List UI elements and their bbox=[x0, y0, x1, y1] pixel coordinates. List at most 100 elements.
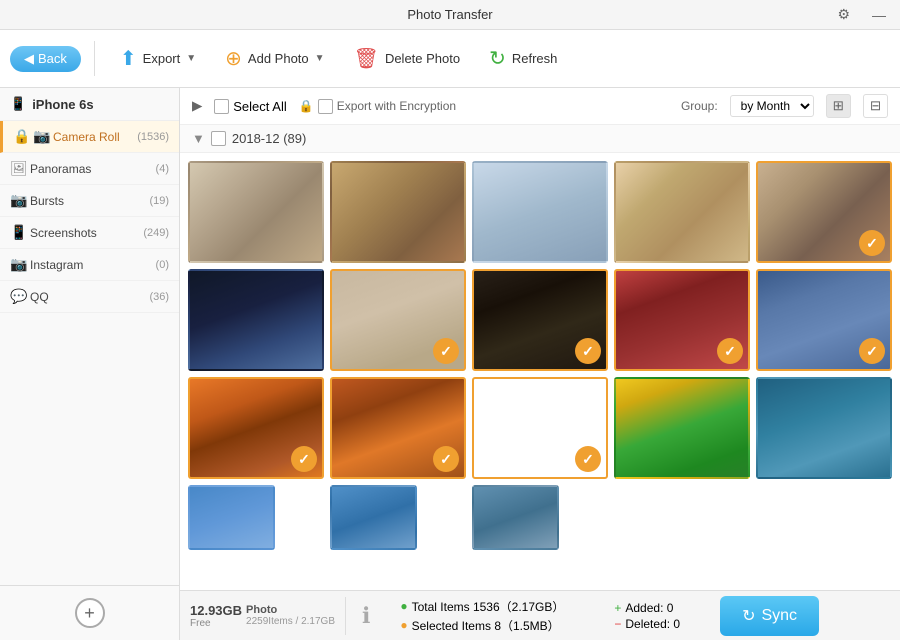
photo-item[interactable]: ✓ bbox=[756, 269, 892, 371]
sync-label: Sync bbox=[761, 607, 797, 625]
check-badge: ✓ bbox=[859, 338, 885, 364]
section-title: 2018-12 (89) bbox=[232, 131, 306, 146]
refresh-label: Refresh bbox=[512, 51, 558, 66]
sync-icon: ↻ bbox=[742, 606, 755, 626]
encrypt-button[interactable]: 🔒 Export with Encryption bbox=[299, 99, 456, 114]
sidebar-item-instagram[interactable]: 📷 Instagram (0) bbox=[0, 249, 179, 281]
screenshots-label: Screenshots bbox=[30, 226, 143, 240]
select-all-checkbox[interactable] bbox=[214, 99, 229, 114]
photo-item[interactable] bbox=[188, 485, 275, 550]
qq-icon: 💬 bbox=[10, 288, 30, 305]
export-dropdown-icon: ▼ bbox=[186, 53, 196, 64]
section-collapse-icon[interactable]: ▼ bbox=[192, 131, 205, 146]
encrypt-checkbox[interactable] bbox=[318, 99, 333, 114]
photo-item[interactable]: ✓ bbox=[330, 377, 466, 479]
status-right: + Added: 0 − Deleted: 0 bbox=[614, 601, 680, 631]
sidebar-item-qq[interactable]: 💬 QQ (36) bbox=[0, 281, 179, 313]
bursts-label: Bursts bbox=[30, 194, 149, 208]
photo-item[interactable] bbox=[614, 161, 750, 263]
collapse-button[interactable]: ▶ bbox=[192, 98, 202, 114]
camera-roll-icon: 📷 bbox=[33, 128, 53, 145]
sidebar-item-bursts[interactable]: 📷 Bursts (19) bbox=[0, 185, 179, 217]
section-header: ▼ 2018-12 (89) bbox=[180, 125, 900, 153]
group-select[interactable]: by Month by Day by Year bbox=[730, 95, 814, 117]
status-box: ℹ ● Total Items 1536（2.17GB） ● Selected … bbox=[346, 592, 900, 640]
deleted-row: − Deleted: 0 bbox=[614, 617, 680, 631]
photo-item[interactable] bbox=[472, 485, 559, 550]
photo-item[interactable]: ✓ bbox=[188, 377, 324, 479]
screenshots-count: (249) bbox=[143, 227, 169, 239]
camera-roll-label: Camera Roll bbox=[53, 130, 137, 144]
list-view-button[interactable]: ⊟ bbox=[863, 94, 888, 118]
section-checkbox[interactable] bbox=[211, 131, 226, 146]
photo-item[interactable] bbox=[756, 377, 892, 479]
photo-item[interactable] bbox=[330, 485, 417, 550]
photo-item[interactable]: ✓ bbox=[756, 161, 892, 263]
check-badge: ✓ bbox=[717, 338, 743, 364]
add-circle-button[interactable]: + bbox=[75, 598, 105, 628]
bottom-bar: 12.93GB Free Photo 2259Items / 2.17GB ℹ … bbox=[180, 590, 900, 640]
add-photo-dropdown-icon: ▼ bbox=[315, 53, 325, 64]
photo-item[interactable]: ✓ bbox=[614, 269, 750, 371]
status-left: ● Total Items 1536（2.17GB） ● Selected It… bbox=[400, 598, 564, 634]
lock-icon: 🔒 bbox=[13, 128, 33, 145]
encrypt-label: Export with Encryption bbox=[337, 99, 456, 113]
added-row: + Added: 0 bbox=[614, 601, 680, 615]
delete-photo-icon: 🗑 bbox=[354, 46, 379, 71]
added-label: Added: 0 bbox=[625, 601, 673, 615]
group-label: Group: bbox=[681, 99, 718, 113]
check-badge: ✓ bbox=[575, 446, 601, 472]
qq-count: (36) bbox=[149, 291, 169, 303]
minimize-button[interactable]: — bbox=[866, 4, 892, 25]
add-photo-label: Add Photo bbox=[248, 51, 309, 66]
sidebar-item-panoramas[interactable]: 🖼 Panoramas (4) bbox=[0, 153, 179, 185]
sidebar-item-camera-roll[interactable]: 🔒 📷 Camera Roll (1536) bbox=[0, 121, 179, 153]
bursts-icon: 📷 bbox=[10, 192, 30, 209]
info-icon: ℹ bbox=[362, 603, 370, 629]
content-area: ▶ Select All 🔒 Export with Encryption Gr… bbox=[180, 88, 900, 640]
photo-item[interactable] bbox=[472, 161, 608, 263]
photo-item[interactable]: ✓ bbox=[330, 269, 466, 371]
qq-label: QQ bbox=[30, 290, 149, 304]
camera-roll-count: (1536) bbox=[137, 131, 169, 143]
back-button[interactable]: ◀ Back bbox=[10, 46, 81, 72]
sidebar-item-screenshots[interactable]: 📱 Screenshots (249) bbox=[0, 217, 179, 249]
export-button[interactable]: ⬆ Export ▼ bbox=[108, 40, 208, 77]
export-icon: ⬆ bbox=[120, 46, 137, 71]
refresh-button[interactable]: ↻ Refresh bbox=[477, 40, 569, 77]
main-layout: 📱 iPhone 6s 🔒 📷 Camera Roll (1536) 🖼 Pan… bbox=[0, 88, 900, 640]
instagram-label: Instagram bbox=[30, 258, 156, 272]
sync-button[interactable]: ↻ Sync bbox=[720, 596, 819, 636]
select-all-label: Select All bbox=[233, 99, 286, 114]
photo-item[interactable] bbox=[188, 161, 324, 263]
lock-encrypt-icon: 🔒 bbox=[299, 99, 314, 113]
storage-gb: 12.93GB bbox=[190, 603, 242, 618]
bursts-count: (19) bbox=[149, 195, 169, 207]
check-badge: ✓ bbox=[433, 446, 459, 472]
phone-icon: 📱 bbox=[10, 96, 26, 112]
photo-item[interactable] bbox=[188, 269, 324, 371]
grid-view-button[interactable]: ⊞ bbox=[826, 94, 851, 118]
deleted-label: Deleted: 0 bbox=[625, 617, 680, 631]
selected-dot: ● bbox=[400, 618, 407, 632]
check-badge: ✓ bbox=[859, 230, 885, 256]
storage-sub: 2259Items / 2.17GB bbox=[246, 616, 335, 627]
export-label: Export bbox=[143, 51, 181, 66]
title-bar: Photo Transfer ⚙ — bbox=[0, 0, 900, 30]
settings-button[interactable]: ⚙ bbox=[831, 4, 856, 25]
instagram-count: (0) bbox=[156, 259, 169, 271]
back-arrow-icon: ◀ bbox=[24, 51, 34, 67]
photo-item[interactable]: ✓ bbox=[472, 269, 608, 371]
panoramas-label: Panoramas bbox=[30, 162, 156, 176]
photo-item[interactable] bbox=[614, 377, 750, 479]
check-badge: ✓ bbox=[575, 338, 601, 364]
sidebar-bottom: + bbox=[0, 585, 179, 640]
select-all-wrap[interactable]: Select All bbox=[214, 99, 286, 114]
window-controls: ⚙ — bbox=[831, 4, 892, 25]
photo-item[interactable] bbox=[330, 161, 466, 263]
added-plus-icon: + bbox=[614, 601, 621, 615]
delete-photo-button[interactable]: 🗑 Delete Photo bbox=[342, 40, 473, 77]
add-photo-button[interactable]: ⊕ Add Photo ▼ bbox=[213, 40, 336, 77]
deleted-minus-icon: − bbox=[614, 617, 621, 631]
photo-item[interactable]: ✓ bbox=[472, 377, 608, 479]
